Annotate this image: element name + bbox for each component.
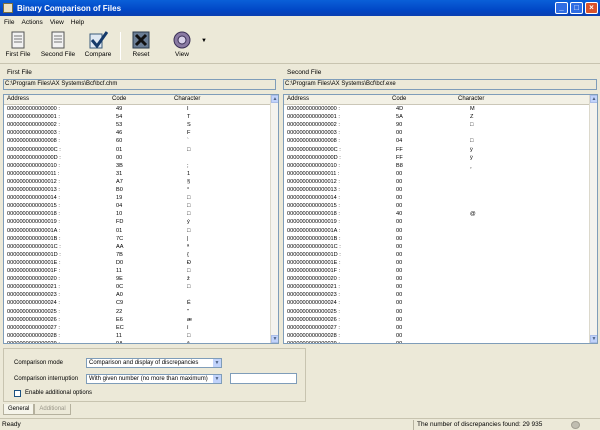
additional-options-label: Enable additional options xyxy=(25,390,93,396)
status-text: Ready xyxy=(2,421,21,428)
app-icon xyxy=(3,3,13,13)
close-button[interactable]: × xyxy=(585,2,598,14)
first-file-panel: First File C:\Program Files\AX Systems\B… xyxy=(0,65,279,345)
second-file-panel: Second File C:\Program Files\AX Systems\… xyxy=(280,65,600,345)
toolbar: First File Second File Compare Reset Vie… xyxy=(0,28,600,64)
character-cell: ¸ xyxy=(470,162,472,169)
document-icon xyxy=(11,31,25,49)
address-cell: 0000000000000029 : xyxy=(287,340,340,344)
first-file-path[interactable]: C:\Program Files\AX Systems\Bcf\bcf.chm xyxy=(3,79,276,90)
character-cell: □ xyxy=(187,284,191,291)
view-button[interactable]: View xyxy=(165,31,199,58)
menu-help[interactable]: Help xyxy=(71,19,84,26)
options-group: Comparison mode Comparison and display o… xyxy=(3,348,306,402)
view-label: View xyxy=(175,51,189,58)
compare-label: Compare xyxy=(84,51,112,58)
grid-header: Address Code Character xyxy=(284,95,591,105)
second-file-title: Second File xyxy=(287,69,322,76)
code-cell: 00 xyxy=(396,340,403,344)
chevron-down-icon[interactable]: ▼ xyxy=(213,359,221,367)
first-file-grid[interactable]: Address Code Character 0000000000000000 … xyxy=(3,94,279,344)
title-bar: Binary Comparison of Files _ □ × xyxy=(0,0,600,16)
comparison-interruption-value: With given number (no more than maximum) xyxy=(89,376,208,382)
options-tabs: General Additional xyxy=(3,404,71,416)
discrepancies-count: The number of discrepancies found: 29 93… xyxy=(417,421,543,428)
menu-actions[interactable]: Actions xyxy=(21,19,42,26)
second-file-label: Second File xyxy=(40,51,76,58)
tab-additional[interactable]: Additional xyxy=(34,404,71,415)
scroll-down-icon[interactable]: ▼ xyxy=(590,335,597,343)
minimize-button[interactable]: _ xyxy=(555,2,568,14)
first-file-label: First File xyxy=(5,51,31,58)
column-character[interactable]: Character xyxy=(458,96,484,102)
status-bar: Ready The number of discrepancies found:… xyxy=(0,418,600,430)
column-address[interactable]: Address xyxy=(287,96,309,102)
second-file-button[interactable]: Second File xyxy=(40,31,76,58)
column-code[interactable]: Code xyxy=(392,96,406,102)
column-character[interactable]: Character xyxy=(174,96,200,102)
chevron-down-icon[interactable]: ▼ xyxy=(213,375,221,383)
menu-view[interactable]: View xyxy=(50,19,64,26)
character-cell: □ xyxy=(187,146,191,153)
scroll-up-icon[interactable]: ▲ xyxy=(271,95,278,103)
tab-general[interactable]: General xyxy=(3,404,35,415)
first-file-title: First File xyxy=(7,69,32,76)
character-cell: š xyxy=(187,340,190,344)
comparison-mode-label: Comparison mode xyxy=(14,360,64,366)
character-cell: □ xyxy=(470,122,474,129)
checkmark-document-icon xyxy=(89,31,108,49)
comparison-mode-select[interactable]: Comparison and display of discrepancies … xyxy=(86,358,222,368)
options-area: Comparison mode Comparison and display o… xyxy=(0,346,600,416)
view-dropdown-arrow-icon[interactable]: ▼ xyxy=(201,38,207,44)
reset-icon xyxy=(132,31,150,49)
grid-header: Address Code Character xyxy=(4,95,272,105)
column-address[interactable]: Address xyxy=(7,96,29,102)
address-cell: 0000000000000029 : xyxy=(7,340,60,344)
status-indicator-icon xyxy=(571,421,580,429)
document-icon xyxy=(51,31,65,49)
comparison-interruption-label: Comparison interruption xyxy=(14,376,79,382)
window-title: Binary Comparison of Files xyxy=(17,3,122,13)
view-icon xyxy=(173,31,191,49)
vertical-scrollbar[interactable]: ▲ ▼ xyxy=(589,95,597,343)
first-file-button[interactable]: First File xyxy=(5,31,31,58)
interruption-number-input[interactable] xyxy=(230,373,297,384)
additional-options-checkbox[interactable] xyxy=(14,390,21,397)
menu-bar: File Actions View Help xyxy=(0,16,600,28)
column-code[interactable]: Code xyxy=(112,96,126,102)
character-cell: @ xyxy=(470,211,476,218)
second-file-path[interactable]: C:\Program Files\AX Systems\Bcf\bcf.exe xyxy=(283,79,597,90)
comparison-mode-value: Comparison and display of discrepancies xyxy=(89,360,199,366)
compare-button[interactable]: Compare xyxy=(84,31,112,58)
code-cell: 9A xyxy=(116,340,123,344)
maximize-button[interactable]: □ xyxy=(570,2,583,14)
vertical-scrollbar[interactable]: ▲ ▼ xyxy=(270,95,278,343)
menu-file[interactable]: File xyxy=(4,19,14,26)
scroll-up-icon[interactable]: ▲ xyxy=(590,95,597,103)
scroll-down-icon[interactable]: ▼ xyxy=(271,335,278,343)
reset-button[interactable]: Reset xyxy=(128,31,154,58)
comparison-interruption-select[interactable]: With given number (no more than maximum)… xyxy=(86,374,222,384)
second-file-grid[interactable]: Address Code Character 0000000000000000 … xyxy=(283,94,598,344)
reset-label: Reset xyxy=(132,51,150,58)
